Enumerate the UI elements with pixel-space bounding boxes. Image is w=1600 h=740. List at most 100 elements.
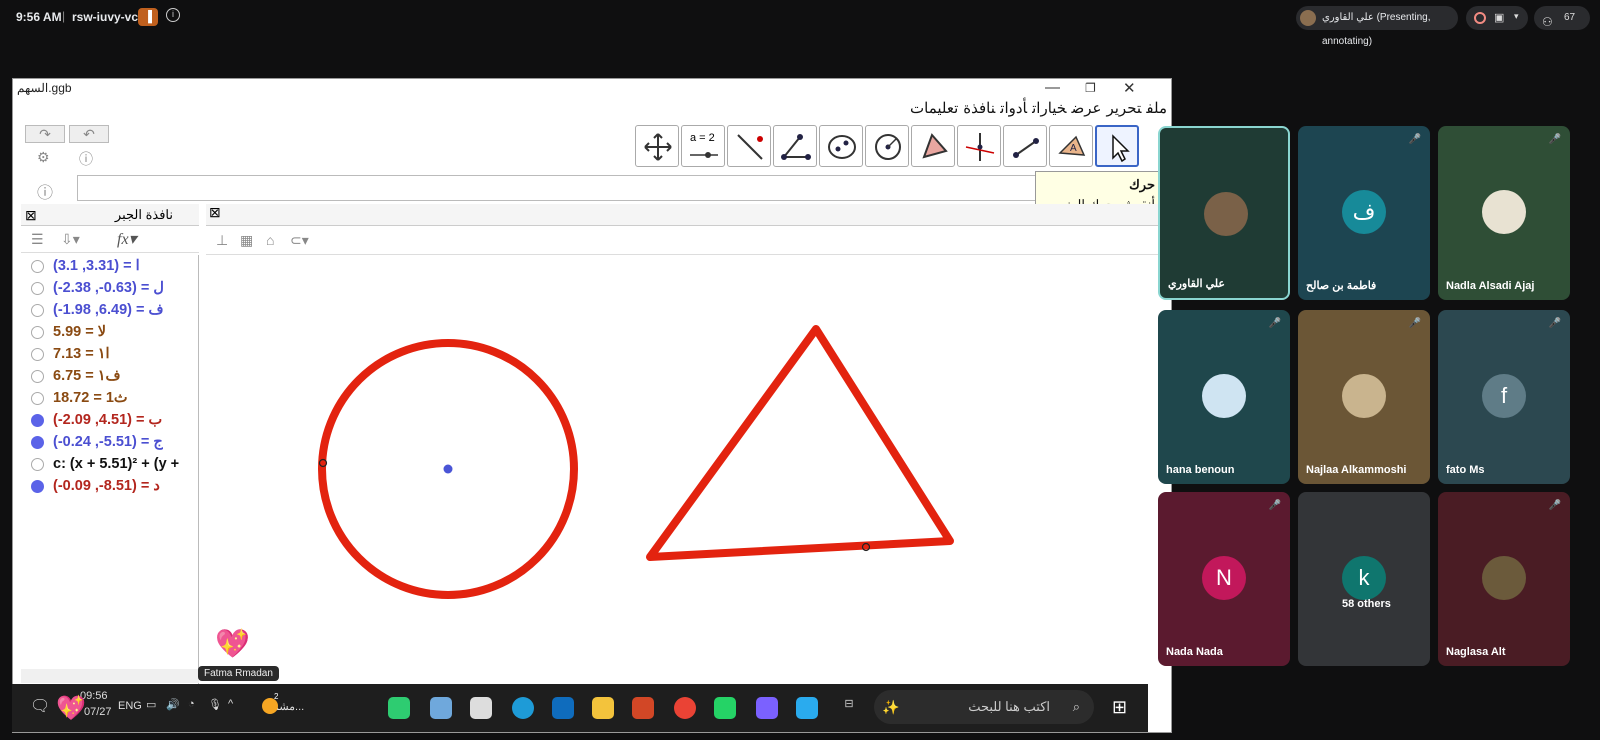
participant-tile[interactable]: f fato Ms 🎤 bbox=[1438, 310, 1570, 484]
participant-tile[interactable]: Najlaa Alkammoshi 🎤 bbox=[1298, 310, 1430, 484]
menu-tools[interactable]: أدوات bbox=[1000, 100, 1027, 117]
tool-perpendicular[interactable] bbox=[727, 125, 771, 167]
algebra-row[interactable]: 7.13 = ا١ bbox=[21, 343, 198, 365]
tool-conic[interactable] bbox=[819, 125, 863, 167]
point-capture-icon[interactable]: ⊂▾ bbox=[290, 232, 309, 249]
powerpoint-icon[interactable] bbox=[632, 697, 654, 719]
graphics-canvas[interactable] bbox=[206, 255, 1158, 685]
close-graphics-icon[interactable]: ⊠ bbox=[209, 204, 221, 221]
participant-tile[interactable]: Nadla Alsadi Ajaj 🎤 bbox=[1438, 126, 1570, 300]
participant-tile[interactable]: علي القاوري bbox=[1158, 126, 1290, 300]
close-button[interactable]: ✕ bbox=[1123, 79, 1136, 97]
info-icon[interactable]: i bbox=[166, 8, 180, 22]
taskview-icon[interactable]: ⊟ bbox=[838, 697, 860, 719]
visibility-toggle[interactable] bbox=[31, 282, 44, 295]
store-icon[interactable] bbox=[430, 697, 452, 719]
participant-tile[interactable]: N Nada Nada 🎤 bbox=[1158, 492, 1290, 666]
settings-gear-icon[interactable]: ⚙ bbox=[37, 149, 50, 166]
visibility-toggle[interactable] bbox=[31, 392, 44, 405]
algebra-row[interactable]: 18.72 = ث1 bbox=[21, 387, 198, 409]
tool-move-graphics[interactable] bbox=[635, 125, 679, 167]
menu-help[interactable]: تعليمات bbox=[910, 100, 958, 117]
tool-perpendicular-line[interactable] bbox=[957, 125, 1001, 167]
menu-file[interactable]: ملف bbox=[1146, 100, 1167, 117]
visibility-toggle[interactable] bbox=[31, 326, 44, 339]
help-icon[interactable]: ⓘ bbox=[79, 149, 93, 169]
algebra-row[interactable]: (-0.09 ,-8.51) = د bbox=[21, 475, 198, 497]
visibility-toggle[interactable] bbox=[31, 370, 44, 383]
telegram-icon[interactable] bbox=[796, 697, 818, 719]
chevron-up-icon[interactable]: ^ bbox=[228, 698, 233, 710]
recording-controls[interactable]: ▣ ▾ bbox=[1466, 6, 1528, 30]
input-help-icon[interactable]: ⓘ bbox=[37, 179, 53, 203]
visibility-toggle[interactable] bbox=[31, 260, 44, 273]
visibility-toggle[interactable] bbox=[31, 304, 44, 317]
camtasia-icon[interactable] bbox=[388, 697, 410, 719]
redo-button[interactable]: ↷ bbox=[25, 125, 65, 143]
presenting-pill[interactable]: علي القاوري (Presenting, annotating) bbox=[1296, 6, 1458, 47]
visibility-toggle[interactable] bbox=[31, 458, 44, 471]
tool-move[interactable] bbox=[1095, 125, 1139, 167]
algebra-row[interactable]: (-0.24 ,-5.51) = ج bbox=[21, 431, 198, 453]
tool-point[interactable]: A bbox=[1049, 125, 1093, 167]
close-view-icon[interactable]: ⊠ bbox=[25, 204, 37, 226]
windows-start-icon[interactable]: ⊞ bbox=[1112, 697, 1127, 718]
visibility-toggle[interactable] bbox=[31, 480, 44, 493]
people-pill[interactable]: ⚇ 67 bbox=[1534, 6, 1590, 30]
home-icon[interactable]: ⌂ bbox=[266, 232, 274, 248]
algebra-row[interactable]: (-1.98 ,6.49) = ف bbox=[21, 299, 198, 321]
participant-tile[interactable]: Naglasa Alt 🎤 bbox=[1438, 492, 1570, 666]
outlook-icon[interactable] bbox=[552, 697, 574, 719]
chevron-down-icon[interactable]: ▾ bbox=[1514, 11, 1519, 22]
circle-center-point[interactable] bbox=[443, 464, 453, 474]
copilot-icon[interactable] bbox=[756, 697, 778, 719]
menu-window[interactable]: نافذة bbox=[963, 100, 995, 117]
fx-icon[interactable]: fx▾ bbox=[117, 229, 137, 249]
tool-angle[interactable] bbox=[773, 125, 817, 167]
chrome-icon[interactable] bbox=[674, 697, 696, 719]
restore-button[interactable]: ❐ bbox=[1085, 81, 1096, 95]
visibility-toggle[interactable] bbox=[31, 436, 44, 449]
algebra-row[interactable]: (-2.38 ,-0.63) = ل bbox=[21, 277, 198, 299]
geogebra-taskbar-icon[interactable] bbox=[470, 697, 492, 719]
menu-view[interactable]: عرض bbox=[1072, 100, 1102, 117]
input-bar[interactable] bbox=[77, 175, 1037, 201]
algebra-row[interactable]: c: (x + 5.51)² + (y + bbox=[21, 453, 198, 475]
participant-tile[interactable]: ف فاطمة بن صالح 🎤 bbox=[1298, 126, 1430, 300]
present-off-icon[interactable]: ▣ bbox=[1494, 11, 1504, 24]
triangle-shape[interactable] bbox=[646, 325, 954, 561]
participant-name: Naglasa Alt bbox=[1446, 646, 1506, 658]
participant-name: فاطمة بن صالح bbox=[1306, 280, 1377, 292]
tool-circle[interactable] bbox=[865, 125, 909, 167]
participant-tile[interactable]: k 58 others bbox=[1298, 492, 1430, 666]
file-explorer-icon[interactable] bbox=[592, 697, 614, 719]
volume-icon[interactable]: 🔊 bbox=[166, 698, 180, 711]
record-icon[interactable] bbox=[1474, 12, 1486, 24]
taskbar-date[interactable]: 07/27 bbox=[84, 706, 112, 718]
undo-button[interactable]: ↶ bbox=[69, 125, 109, 143]
tool-segment[interactable] bbox=[1003, 125, 1047, 167]
minimize-button[interactable]: — bbox=[1045, 79, 1060, 96]
visibility-toggle[interactable] bbox=[31, 348, 44, 361]
algebra-row[interactable]: 6.75 = ف١ bbox=[21, 365, 198, 387]
grid-icon[interactable]: ▦ bbox=[240, 232, 253, 249]
menu-options[interactable]: خيارات bbox=[1032, 100, 1066, 117]
tool-polygon[interactable] bbox=[911, 125, 955, 167]
microphone-icon[interactable]: 🎙 bbox=[208, 698, 222, 711]
visibility-toggle[interactable] bbox=[31, 414, 44, 427]
edge-icon[interactable] bbox=[512, 697, 534, 719]
algebra-scrollbar[interactable] bbox=[21, 669, 199, 683]
algebra-row[interactable]: (-2.09 ,4.51) = ب bbox=[21, 409, 198, 431]
algebra-row[interactable]: (3.1 ,3.31) = ا bbox=[21, 255, 198, 277]
axes-icon[interactable]: ⊥ bbox=[216, 232, 228, 249]
taskbar-search[interactable]: اكتب هنا للبحث ⌕ ✨ bbox=[874, 690, 1094, 724]
algebra-row[interactable]: 5.99 = لا bbox=[21, 321, 198, 343]
language-indicator[interactable]: ENG bbox=[118, 700, 142, 712]
tool-slider[interactable]: a = 2 bbox=[681, 125, 725, 167]
notification-icon[interactable]: 🗨 bbox=[30, 696, 50, 716]
whatsapp-icon[interactable] bbox=[714, 697, 736, 719]
description-icon[interactable]: ☰ bbox=[31, 231, 44, 248]
participant-tile[interactable]: hana benoun 🎤 bbox=[1158, 310, 1290, 484]
menu-edit[interactable]: تحرير bbox=[1106, 100, 1141, 117]
sort-icon[interactable]: ⇩▾ bbox=[61, 231, 80, 248]
